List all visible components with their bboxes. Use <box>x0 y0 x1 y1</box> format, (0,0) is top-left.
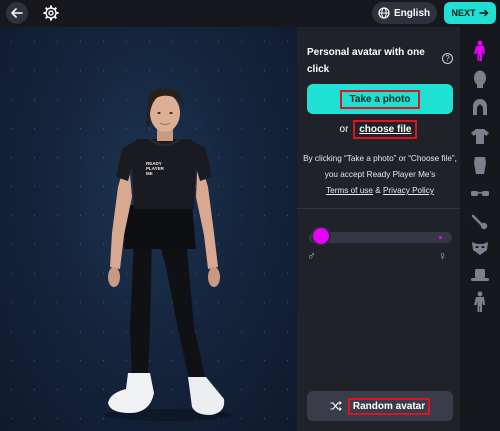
full-body-icon <box>474 40 485 61</box>
privacy-policy-link[interactable]: Privacy Policy <box>383 186 434 195</box>
gender-slider-end-dot <box>439 236 442 239</box>
random-avatar-button[interactable]: Random avatar <box>307 391 453 421</box>
consent-body: By clicking “Take a photo” or “Choose fi… <box>303 154 457 179</box>
or-label: or <box>339 124 349 135</box>
category-hat[interactable] <box>468 263 492 287</box>
or-choose-file-line: or choose file <box>297 120 460 139</box>
terms-of-use-link[interactable]: Terms of use <box>326 186 373 195</box>
consent-text: By clicking “Take a photo” or “Choose fi… <box>303 151 457 199</box>
globe-icon <box>378 7 390 19</box>
next-button[interactable]: NEXT <box>444 2 496 24</box>
hat-icon <box>471 269 489 281</box>
arrow-left-icon <box>11 8 23 18</box>
category-mask[interactable] <box>468 236 492 260</box>
panel-title: Personal avatar with one click <box>307 47 425 75</box>
ampersand: & <box>375 186 381 195</box>
avatar-figure: READY PLAYER ME <box>104 88 232 421</box>
language-label: English <box>394 7 431 19</box>
next-label: NEXT <box>451 8 476 18</box>
svg-text:ME: ME <box>146 171 153 176</box>
torso-icon <box>474 157 486 174</box>
settings-button[interactable] <box>40 2 62 24</box>
category-glasses[interactable] <box>468 182 492 206</box>
take-photo-label: Take a photo <box>339 89 421 109</box>
shuffle-icon <box>330 401 342 411</box>
category-body[interactable] <box>468 153 492 177</box>
pose-icon <box>474 291 485 312</box>
head-icon <box>474 70 486 88</box>
category-full-body[interactable] <box>468 39 492 63</box>
category-hair[interactable] <box>468 95 492 119</box>
category-sidebar <box>460 27 500 431</box>
glasses-icon <box>471 191 489 196</box>
pipe-icon <box>471 214 488 230</box>
category-top[interactable] <box>468 124 492 148</box>
avatar-viewport[interactable]: READY PLAYER ME <box>0 27 297 431</box>
gear-icon <box>43 5 59 21</box>
hair-icon <box>473 99 487 115</box>
panel-divider <box>297 208 460 209</box>
mask-icon <box>472 242 488 255</box>
help-icon[interactable]: ? <box>442 53 453 64</box>
creation-panel: Personal avatar with one click ? Take a … <box>297 27 460 431</box>
male-icon: ♂ <box>307 249 316 263</box>
back-button[interactable] <box>6 2 28 24</box>
language-selector[interactable]: English <box>372 2 437 24</box>
female-icon: ♀ <box>438 249 447 263</box>
category-pose[interactable] <box>468 290 492 314</box>
category-facewear[interactable] <box>468 209 492 233</box>
shirt-icon <box>471 129 489 144</box>
choose-file-link[interactable]: choose file <box>353 120 418 139</box>
category-head[interactable] <box>468 67 492 91</box>
arrow-right-icon <box>479 9 489 17</box>
gender-slider-thumb[interactable] <box>311 226 331 246</box>
top-bar: English NEXT <box>0 0 500 27</box>
random-avatar-label: Random avatar <box>347 397 431 415</box>
take-photo-button[interactable]: Take a photo <box>307 84 453 114</box>
